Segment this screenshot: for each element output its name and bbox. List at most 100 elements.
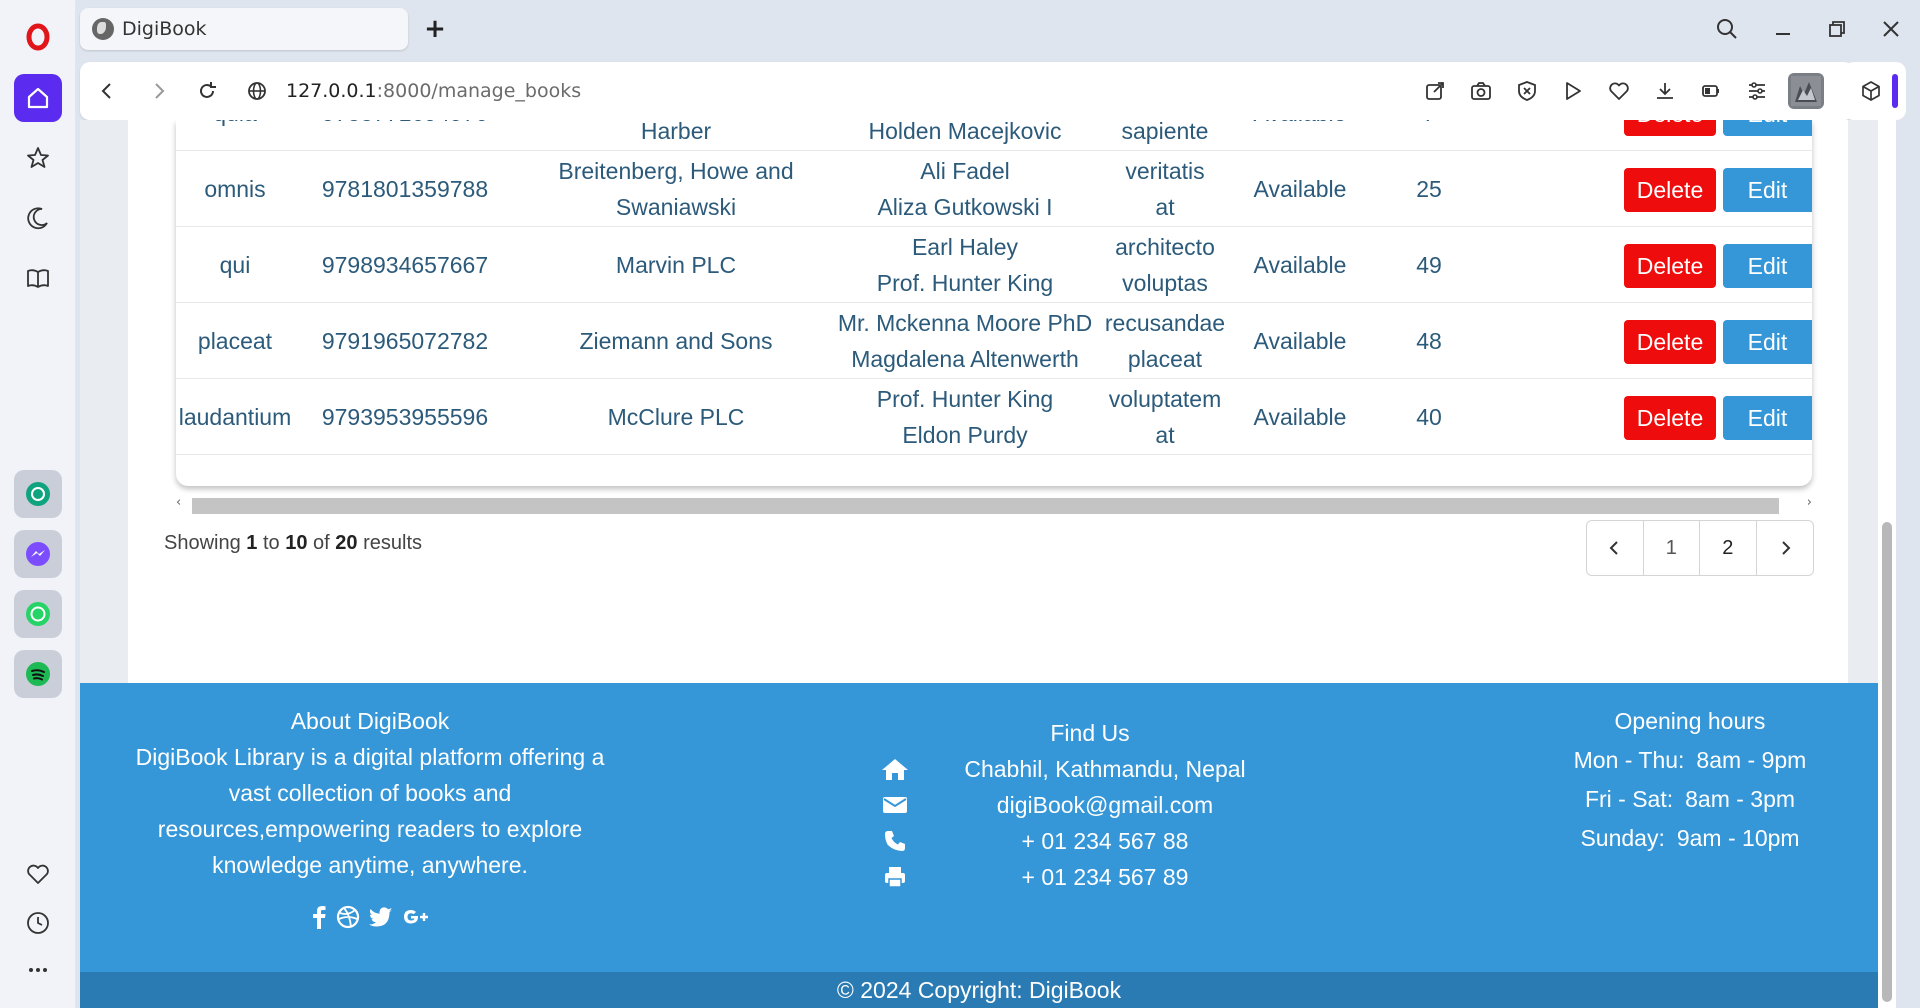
spotify-icon[interactable] <box>14 650 62 698</box>
scroll-right-icon[interactable]: › <box>1807 495 1812 510</box>
cell-categories-text: at <box>1155 194 1175 220</box>
bookmark-heart-icon[interactable] <box>1604 76 1634 106</box>
page-1-button[interactable]: 1 <box>1644 521 1700 575</box>
email-row: digiBook@gmail.com <box>880 787 1300 823</box>
url-field[interactable]: 127.0.0.1:8000/manage_books <box>286 76 581 106</box>
cell-authors-text: Eldon Purdy <box>902 422 1028 448</box>
site-info-icon[interactable] <box>242 76 272 106</box>
edit-button[interactable]: Edit <box>1723 244 1812 288</box>
cell-publisher: Breitenberg, Howe and Swaniawski <box>516 151 836 227</box>
home-icon[interactable] <box>14 74 62 122</box>
cell-categories-text: architecto <box>1115 234 1215 260</box>
cube-icon[interactable] <box>1856 76 1886 106</box>
scrollbar-thumb[interactable] <box>192 498 1779 514</box>
tab-digibook[interactable]: DigiBook <box>80 8 408 50</box>
forward-icon[interactable] <box>144 76 174 106</box>
adblock-icon[interactable] <box>1512 76 1542 106</box>
new-tab-button[interactable]: + <box>420 14 450 44</box>
edit-button[interactable]: Edit <box>1723 396 1812 440</box>
cell-status: Available <box>1236 303 1364 379</box>
delete-button[interactable]: Delete <box>1624 396 1716 440</box>
cell-title-text: quia <box>213 120 256 131</box>
easy-setup-icon[interactable] <box>1742 76 1772 106</box>
page-scrollbar-thumb[interactable] <box>1882 522 1892 1002</box>
edit-button[interactable]: Edit <box>1723 320 1812 364</box>
more-icon[interactable] <box>14 946 62 994</box>
moon-icon[interactable] <box>14 194 62 242</box>
cell-categories-text: at <box>1155 422 1175 448</box>
dribbble-icon[interactable] <box>336 905 360 929</box>
whatsapp-icon[interactable] <box>14 590 62 638</box>
reload-icon[interactable] <box>192 76 222 106</box>
page-scrollbar[interactable] <box>1878 120 1896 1008</box>
cell-isbn: 9781801359788 <box>294 151 516 227</box>
cell-authors: Prof. Hunter King Eldon Purdy <box>836 379 1094 455</box>
hours-title: Opening hours <box>1614 708 1766 734</box>
scroll-left-icon[interactable]: ‹ <box>176 495 181 510</box>
table-row: placeat 9791965072782 Ziemann and Sons Mr. … <box>176 303 1812 379</box>
sidebar-toggle[interactable] <box>1892 74 1898 108</box>
page-2-button[interactable]: 2 <box>1700 521 1757 575</box>
cell-quantity: 7 <box>1364 120 1494 151</box>
footer-find-us: Find Us Chabhil, Kathmandu, Nepal digiBo… <box>880 715 1300 895</box>
email-text[interactable]: digiBook@gmail.com <box>910 787 1300 823</box>
twitter-icon[interactable] <box>368 905 394 929</box>
opera-sidebar <box>0 0 76 1008</box>
delete-button[interactable]: Delete <box>1624 168 1716 212</box>
search-icon[interactable] <box>1712 14 1742 44</box>
fax-row: + 01 234 567 89 <box>880 859 1300 895</box>
back-icon[interactable] <box>92 76 122 106</box>
footer-opening-hours: Opening hours Mon - Thu: 8am - 9pm Fri - … <box>1540 703 1840 859</box>
chatgpt-icon[interactable] <box>14 470 62 518</box>
messenger-icon[interactable] <box>14 530 62 578</box>
opera-logo-icon[interactable] <box>14 13 62 61</box>
cell-title: quia <box>176 120 294 151</box>
cell-authors-text: Prof. Hunter King <box>876 386 1054 412</box>
next-page-button[interactable] <box>1757 521 1814 575</box>
heart-icon[interactable] <box>14 850 62 898</box>
edit-button[interactable]: Edit <box>1723 120 1812 136</box>
google-plus-icon[interactable] <box>402 905 430 929</box>
delete-button[interactable]: Delete <box>1624 320 1716 364</box>
camera-icon[interactable] <box>1466 76 1496 106</box>
table-row: omnis 9781801359788 Breitenberg, Howe and … <box>176 151 1812 227</box>
cell-categories: recusandae placeat <box>1094 303 1236 379</box>
cell-authors-text: Holden Macejkovic <box>868 120 1062 144</box>
cell-publisher: McClure PLC <box>516 379 836 455</box>
cell-categories: insapiente <box>1094 120 1236 151</box>
cell-isbn-text: 9793953955596 <box>321 404 489 430</box>
star-icon[interactable] <box>14 134 62 182</box>
cell-status: Available <box>1236 120 1364 151</box>
close-icon[interactable] <box>1876 14 1906 44</box>
play-icon[interactable] <box>1558 76 1588 106</box>
cell-title-text: qui <box>219 252 251 278</box>
cell-publisher-text: Breitenberg, Howe and Swaniawski <box>558 158 794 220</box>
cell-status-text: Available <box>1253 252 1347 278</box>
cell-categories-text: recusandae <box>1104 310 1226 336</box>
restore-icon[interactable] <box>1822 14 1852 44</box>
address-toolbar: 127.0.0.1:8000/manage_books <box>80 62 1854 120</box>
edit-button[interactable]: Edit <box>1723 168 1812 212</box>
table-row: laudantium 9793953955596 McClure PLC Prof. … <box>176 379 1812 455</box>
profile-avatar[interactable] <box>1788 73 1824 109</box>
history-icon[interactable] <box>14 899 62 947</box>
facebook-icon[interactable] <box>310 905 328 929</box>
battery-saver-icon[interactable] <box>1696 76 1726 106</box>
delete-button[interactable]: Delete <box>1624 244 1716 288</box>
table-horizontal-scrollbar[interactable]: ‹ › <box>174 495 1814 515</box>
cell-authors: Mr. Mckenna Moore PhD Magdalena Altenwert… <box>836 303 1094 379</box>
footer-about: About DigiBook DigiBook Library is a dig… <box>80 703 660 929</box>
cell-categories: veritatis at <box>1094 151 1236 227</box>
cell-authors-text: Ali Fadel <box>920 158 1010 184</box>
download-icon[interactable] <box>1650 76 1680 106</box>
cell-categories-text: voluptatem <box>1108 386 1222 412</box>
prev-page-button[interactable] <box>1587 521 1644 575</box>
about-text-line: DigiBook Library is a digital platform o… <box>135 744 605 770</box>
minimize-icon[interactable] <box>1768 14 1798 44</box>
delete-button[interactable]: Delete <box>1624 120 1716 136</box>
share-icon[interactable] <box>1420 76 1450 106</box>
hours-row: Mon - Thu: 8am - 9pm <box>1573 747 1807 773</box>
cell-isbn-text: 9781801359788 <box>321 176 489 202</box>
book-icon[interactable] <box>14 254 62 302</box>
find-title: Find Us <box>1050 720 1130 746</box>
